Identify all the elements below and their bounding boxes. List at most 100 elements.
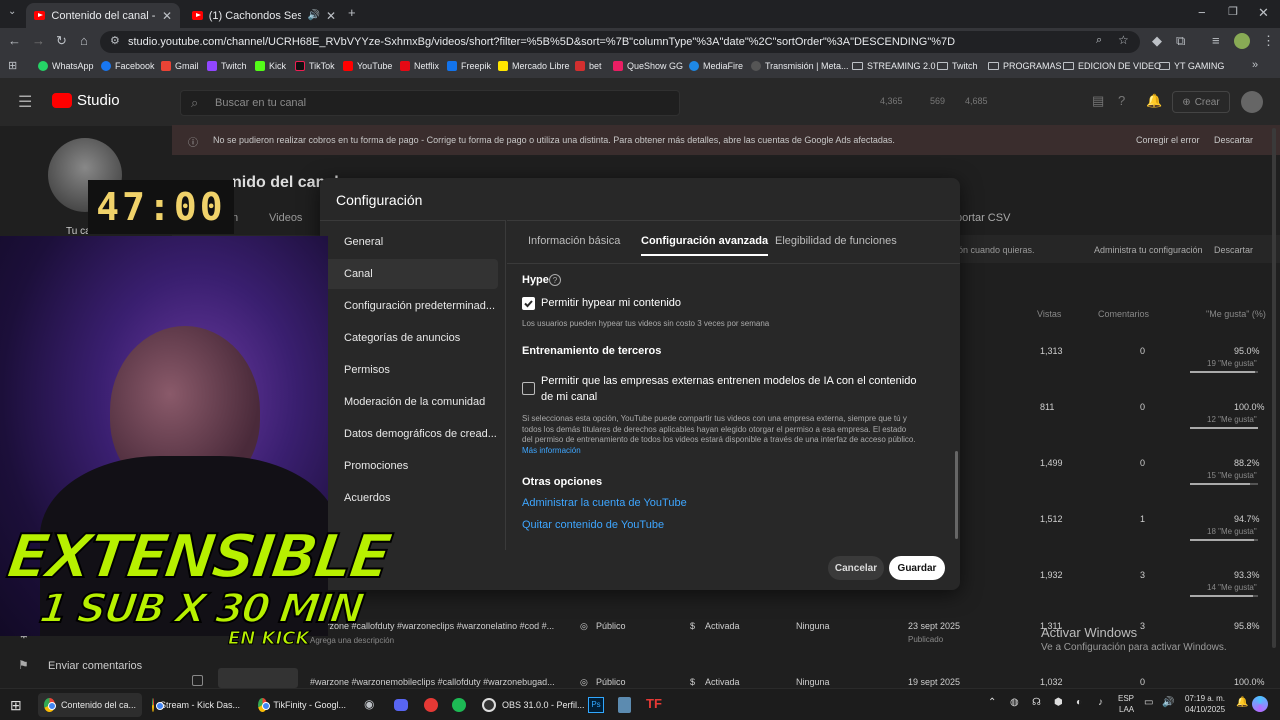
channel-search-input[interactable]: ⌕ Buscar en tu canal bbox=[180, 90, 680, 116]
reload-icon[interactable]: ↻ bbox=[56, 33, 67, 49]
tab-cachondos-session[interactable]: (1) Cachondos Session #1 ( 🔊 ✕ bbox=[184, 3, 344, 28]
taskbar-app-contenido[interactable]: Contenido del ca... bbox=[38, 693, 142, 717]
taskbar-app-kick[interactable]: Stream - Kick Das... bbox=[146, 693, 246, 717]
row-description[interactable]: Agrega una descripción bbox=[310, 636, 394, 645]
more-bookmarks-icon[interactable]: » bbox=[1252, 59, 1258, 71]
bookmark-mercado-libre[interactable]: Mercado Libre bbox=[498, 61, 570, 71]
account-avatar[interactable] bbox=[1241, 91, 1263, 113]
volume-icon[interactable]: 🔊 bbox=[1162, 697, 1174, 708]
extension-icon[interactable]: ◆ bbox=[1152, 33, 1162, 49]
dismiss-notice-button[interactable]: Descartar bbox=[1214, 245, 1253, 255]
apps-grid-icon[interactable]: ⊞ bbox=[8, 59, 17, 72]
clock-date[interactable]: 04/10/2025 bbox=[1185, 705, 1225, 714]
row-monetization[interactable]: Activada bbox=[705, 677, 740, 687]
settings-nav-item[interactable]: Categorías de anuncios bbox=[328, 323, 498, 353]
feedback-icon[interactable]: ⚑ bbox=[18, 658, 29, 672]
close-tab-icon[interactable]: ✕ bbox=[326, 9, 336, 23]
back-icon[interactable]: ← bbox=[8, 33, 21, 48]
media-player-icon[interactable] bbox=[424, 698, 438, 712]
bookmark-whatsapp[interactable]: WhatsApp bbox=[38, 61, 94, 71]
row-thumbnail[interactable] bbox=[218, 668, 298, 688]
show-hidden-icons[interactable]: ⌃ bbox=[988, 697, 996, 708]
network-icon[interactable]: ▭ bbox=[1144, 697, 1153, 708]
tab-contenido-del-canal[interactable]: Contenido del canal - YouTube ✕ bbox=[26, 3, 180, 28]
row-title[interactable]: #warzone #warzonemobileclips #callofduty… bbox=[310, 677, 555, 687]
bookmark-youtube[interactable]: YouTube bbox=[343, 61, 392, 71]
tray-shield-icon[interactable]: ⬢ bbox=[1054, 697, 1063, 708]
settings-nav-item[interactable]: Canal bbox=[328, 259, 498, 289]
more-info-link[interactable]: Más información bbox=[522, 446, 581, 455]
bookmark-netflix[interactable]: Netflix bbox=[400, 61, 439, 71]
home-icon[interactable]: ⌂ bbox=[80, 33, 88, 48]
row-visibility[interactable]: Público bbox=[596, 677, 626, 687]
spotify-icon[interactable] bbox=[452, 698, 466, 712]
bookmark-freepik[interactable]: Freepik bbox=[447, 61, 491, 71]
new-tab-icon[interactable]: + bbox=[348, 5, 356, 20]
taskbar-app-obs[interactable]: OBS 31.0.0 - Perfil... bbox=[476, 693, 585, 717]
create-button[interactable]: ⊕ Crear bbox=[1172, 91, 1230, 113]
cancel-button[interactable]: Cancelar bbox=[828, 556, 884, 580]
clock-time[interactable]: 07:19 a. m. bbox=[1185, 694, 1225, 703]
ai-training-checkbox[interactable] bbox=[522, 382, 535, 395]
page-scrollbar[interactable] bbox=[1272, 128, 1276, 648]
row-monetization[interactable]: Activada bbox=[705, 621, 740, 631]
folder-streaming[interactable]: STREAMING 2.0 bbox=[852, 61, 936, 71]
row-visibility[interactable]: Público bbox=[596, 621, 626, 631]
tab-videos[interactable]: Videos bbox=[269, 212, 302, 224]
folder-twitch[interactable]: Twitch bbox=[937, 61, 978, 71]
restore-window-icon[interactable]: ❐ bbox=[1228, 5, 1238, 18]
steam-icon[interactable]: ◐ bbox=[1076, 697, 1082, 708]
bookmark-kick[interactable]: Kick bbox=[255, 61, 286, 71]
bookmark-gmail[interactable]: Gmail bbox=[161, 61, 199, 71]
reading-list-icon[interactable]: ≡ bbox=[1212, 33, 1220, 48]
settings-nav-item[interactable]: General bbox=[328, 227, 498, 257]
bookmark-meta[interactable]: Transmisión | Meta... bbox=[751, 61, 849, 71]
app-icon[interactable]: ◉ bbox=[364, 697, 374, 711]
audio-icon[interactable]: 🔊 bbox=[307, 10, 319, 21]
tab-advanced-settings[interactable]: Configuración avanzada bbox=[641, 235, 769, 256]
bookmark-tiktok[interactable]: TikTok bbox=[295, 61, 335, 71]
site-info-icon[interactable]: ⚙ bbox=[110, 34, 120, 47]
microphone-icon[interactable]: ♪ bbox=[1098, 697, 1103, 708]
minimize-window-icon[interactable]: − bbox=[1198, 5, 1206, 20]
hype-checkbox-label[interactable]: Permitir hypear mi contenido bbox=[541, 297, 681, 309]
close-tab-icon[interactable]: ✕ bbox=[162, 9, 172, 23]
row-checkbox[interactable] bbox=[192, 675, 203, 686]
settings-nav-item[interactable]: Datos demográficos de cread... bbox=[328, 419, 498, 449]
bookmark-twitch[interactable]: Twitch bbox=[207, 61, 247, 71]
zoom-icon[interactable]: ⌕ bbox=[1096, 34, 1102, 47]
profile-avatar[interactable] bbox=[1234, 33, 1250, 49]
dismiss-banner-button[interactable]: Descartar bbox=[1214, 135, 1253, 145]
headset-icon[interactable]: ☊ bbox=[1032, 697, 1041, 708]
messages-icon[interactable]: ▤ bbox=[1092, 93, 1104, 109]
start-windows-icon[interactable]: ⊞ bbox=[10, 697, 22, 714]
tray-app-icon[interactable]: ◍ bbox=[1010, 697, 1019, 708]
address-bar[interactable]: ⚙ studio.youtube.com/channel/UCRH68E_RVb… bbox=[100, 31, 1140, 53]
discord-icon[interactable] bbox=[394, 699, 408, 711]
notifications-bell-icon[interactable]: 🔔 bbox=[1146, 93, 1162, 109]
folder-programas[interactable]: PROGRAMAS bbox=[988, 61, 1062, 71]
remove-youtube-content-link[interactable]: Quitar contenido de YouTube bbox=[522, 519, 664, 531]
taskbar-app-tikfinity[interactable]: TikFinity - Googl... bbox=[252, 693, 352, 717]
photoshop-icon[interactable]: Ps bbox=[588, 697, 604, 713]
extensions-puzzle-icon[interactable]: ⧉ bbox=[1176, 33, 1185, 49]
menu-kebab-icon[interactable]: ⋮ bbox=[1262, 33, 1275, 49]
bookmark-mediafire[interactable]: MediaFire bbox=[689, 61, 743, 71]
bookmark-star-icon[interactable]: ☆ bbox=[1118, 33, 1129, 47]
ai-training-checkbox-label[interactable]: Permitir que las empresas externas entre… bbox=[541, 374, 921, 405]
export-csv-button[interactable]: portar CSV bbox=[956, 212, 1010, 224]
tiktok-studio-icon[interactable]: TF bbox=[646, 696, 662, 711]
hamburger-menu-icon[interactable]: ☰ bbox=[18, 92, 32, 112]
language-indicator[interactable]: ESP bbox=[1118, 694, 1134, 703]
settings-nav-item[interactable]: Permisos bbox=[328, 355, 498, 385]
bookmark-facebook[interactable]: Facebook bbox=[101, 61, 155, 71]
keyboard-layout[interactable]: LAA bbox=[1119, 705, 1134, 714]
tab-basic-info[interactable]: Información básica bbox=[528, 235, 620, 247]
help-icon[interactable]: ? bbox=[549, 274, 561, 286]
save-button[interactable]: Guardar bbox=[889, 556, 945, 580]
hype-checkbox[interactable] bbox=[522, 297, 535, 310]
tab-feature-eligibility[interactable]: Elegibilidad de funciones bbox=[775, 235, 897, 247]
help-icon[interactable]: ? bbox=[1118, 93, 1125, 108]
manage-settings-button[interactable]: Administra tu configuración bbox=[1094, 245, 1203, 255]
close-window-icon[interactable]: ✕ bbox=[1258, 5, 1269, 21]
